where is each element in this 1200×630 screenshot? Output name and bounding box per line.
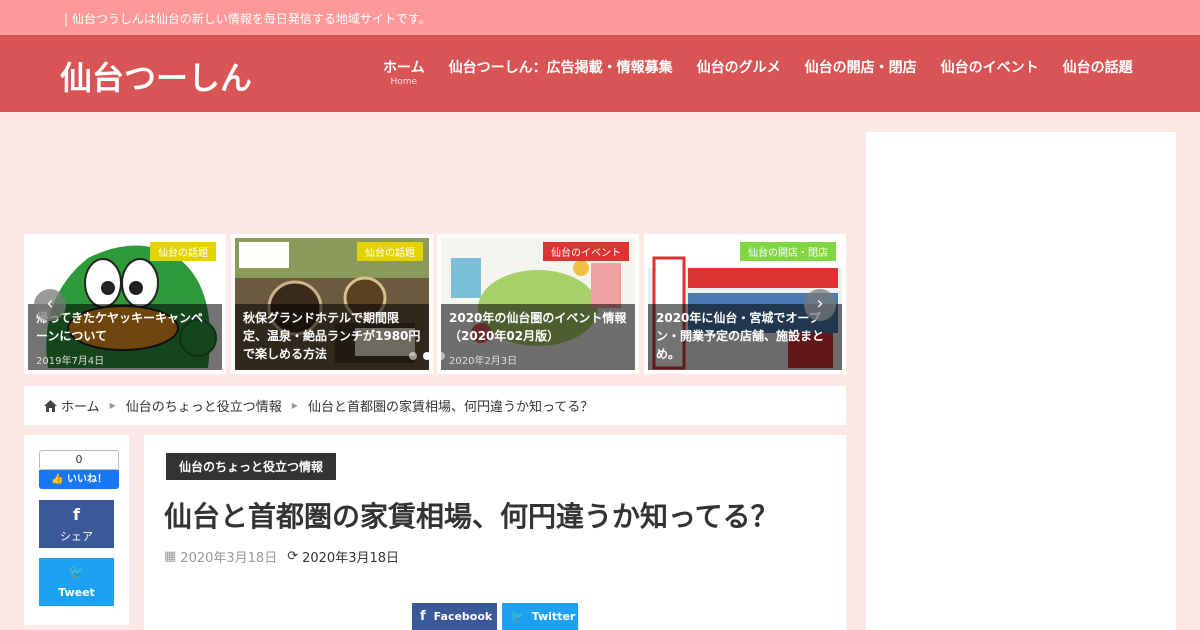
card-caption: 2020年の仙台圏のイベント情報（2020年02月版） 2020年2月3日	[441, 304, 635, 370]
top-bar: | 仙台つうしんは仙台の新しい情報を毎日発信する地域サイトです。	[0, 0, 1200, 35]
card-image: 仙台のイベント 2020年の仙台圏のイベント情報（2020年02月版） 2020…	[441, 238, 635, 370]
article: 仙台のちょっと役立つ情報 仙台と首都圏の家賃相場、何円違うか知ってる？ ▦ 20…	[144, 435, 846, 630]
twitter-icon: 🐦	[68, 565, 85, 580]
article-dates: ▦ 2020年3月18日 ⟳ 2020年3月18日	[164, 547, 399, 566]
share-column: 0 👍 いいね！ f シェア 🐦 Tweet	[24, 435, 129, 625]
twitter-share-button[interactable]: 🐦 Tweet	[39, 558, 114, 606]
like-count: 0	[39, 450, 119, 470]
card-date: 2019年7月4日	[36, 356, 105, 367]
nav-label: 仙台のイベント	[940, 60, 1039, 76]
main-nav: ホーム Home 仙台つーしん：広告掲載・情報募集 仙台のグルメ 仙台の開店・閉…	[371, 35, 1145, 112]
refresh-icon: ⟳	[287, 549, 299, 564]
chevron-right-icon[interactable]: ›	[804, 289, 836, 321]
facebook-icon: f	[73, 505, 80, 524]
twitter-share-label: Tweet	[58, 586, 95, 599]
like-button[interactable]: 👍 いいね！	[39, 470, 119, 489]
home-icon	[44, 399, 57, 412]
thumbs-up-icon: 👍	[51, 474, 64, 485]
breadcrumb-category[interactable]: 仙台のちょっと役立つ情報	[126, 396, 282, 415]
card-category[interactable]: 仙台の開店・閉店	[740, 242, 836, 261]
card-category[interactable]: 仙台の話題	[150, 242, 216, 261]
site-header: 仙台つーしん ホーム Home 仙台つーしん：広告掲載・情報募集 仙台のグルメ …	[0, 35, 1200, 112]
card-image: 仙台の話題 秋保グランドホテルで期間限定、温泉・絶品ランチが1980円で楽しめる…	[235, 238, 429, 370]
carousel-card[interactable]: 仙台の話題 秋保グランドホテルで期間限定、温泉・絶品ランチが1980円で楽しめる…	[231, 234, 433, 374]
breadcrumb-current: 仙台と首都圏の家賃相場、何円違うか知ってる？	[307, 400, 594, 415]
nav-item-gourmet[interactable]: 仙台のグルメ	[685, 35, 793, 112]
published-date: 2020年3月18日	[180, 551, 278, 566]
nav-item-ads[interactable]: 仙台つーしん：広告掲載・情報募集	[437, 35, 685, 112]
card-title: 2020年に仙台・宮城でオープン・開業予定の店舗、施設まとめ。	[656, 311, 825, 361]
chevron-left-icon[interactable]: ‹	[34, 289, 66, 321]
updated-date: 2020年3月18日	[302, 551, 400, 566]
carousel-dots	[409, 352, 445, 360]
card-date: 2020年2月3日	[449, 356, 518, 367]
site-title[interactable]: 仙台つーしん	[60, 53, 252, 99]
card-category[interactable]: 仙台のイベント	[543, 242, 629, 261]
breadcrumb-separator-icon: ▶	[109, 401, 116, 410]
nav-label: 仙台つーしん：広告掲載・情報募集	[448, 60, 673, 76]
nav-item-home[interactable]: ホーム Home	[371, 35, 437, 112]
article-category-badge[interactable]: 仙台のちょっと役立つ情報	[166, 453, 337, 480]
carousel-dot[interactable]	[437, 352, 445, 360]
article-share-buttons: f Facebook 🐦 Twitter	[412, 603, 578, 630]
nav-item-topics[interactable]: 仙台の話題	[1051, 35, 1145, 112]
carousel-dot[interactable]	[423, 352, 431, 360]
facebook-share-button[interactable]: f シェア	[39, 500, 114, 548]
breadcrumb: ホーム ▶ 仙台のちょっと役立つ情報 ▶ 仙台と首都圏の家賃相場、何円違うか知っ…	[24, 386, 846, 425]
facebook-share-label: シェア	[60, 530, 93, 543]
ad-space	[24, 132, 846, 222]
facebook-share-button[interactable]: f Facebook	[412, 603, 497, 630]
facebook-icon: f	[420, 609, 426, 624]
breadcrumb-separator-icon: ▶	[291, 401, 298, 410]
calendar-icon: ▦	[164, 549, 177, 564]
facebook-label: Facebook	[433, 610, 493, 623]
twitter-label: Twitter	[531, 610, 576, 623]
nav-label: 仙台の話題	[1062, 60, 1133, 76]
nav-label: 仙台の開店・閉店	[804, 60, 917, 76]
featured-carousel: 仙台の話題 帰ってきたケヤッキーキャンペーンについて 2019年7月4日 仙台の…	[24, 234, 846, 374]
sidebar	[866, 132, 1176, 630]
breadcrumb-home[interactable]: ホーム	[61, 396, 100, 415]
nav-item-events[interactable]: 仙台のイベント	[929, 35, 1051, 112]
card-caption: 秋保グランドホテルで期間限定、温泉・絶品ランチが1980円で楽しめる方法	[235, 304, 429, 370]
nav-item-openings[interactable]: 仙台の開店・閉店	[793, 35, 929, 112]
card-category[interactable]: 仙台の話題	[357, 242, 423, 261]
facebook-like-widget[interactable]: 0 👍 いいね！	[39, 450, 119, 490]
twitter-icon: 🐦	[510, 610, 524, 623]
site-tagline: | 仙台つうしんは仙台の新しい情報を毎日発信する地域サイトです。	[64, 12, 431, 26]
carousel-card[interactable]: 仙台のイベント 2020年の仙台圏のイベント情報（2020年02月版） 2020…	[437, 234, 639, 374]
like-label: いいね！	[66, 474, 107, 485]
card-title: 秋保グランドホテルで期間限定、温泉・絶品ランチが1980円で楽しめる方法	[243, 311, 421, 361]
article-title: 仙台と首都圏の家賃相場、何円違うか知ってる？	[164, 500, 779, 533]
nav-sublabel: Home	[390, 77, 418, 87]
twitter-share-button[interactable]: 🐦 Twitter	[502, 603, 578, 630]
nav-label: ホーム	[383, 60, 425, 76]
card-title: 2020年の仙台圏のイベント情報（2020年02月版）	[449, 311, 627, 343]
carousel-dot[interactable]	[409, 352, 417, 360]
nav-label: 仙台のグルメ	[696, 60, 781, 76]
